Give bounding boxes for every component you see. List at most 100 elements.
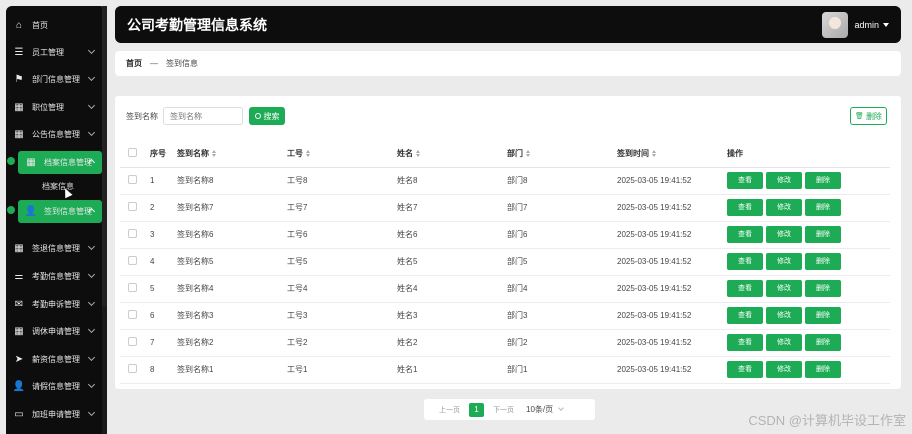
sort-icon[interactable] xyxy=(212,150,217,158)
col-header-time[interactable]: 签到时间 xyxy=(617,140,727,168)
delete-button[interactable]: 删除 xyxy=(805,361,841,378)
edit-button[interactable]: 修改 xyxy=(766,172,802,189)
cell-dept: 部门2 xyxy=(507,329,617,357)
trash-icon: 🗑 xyxy=(855,113,864,120)
delete-button[interactable]: 删除 xyxy=(805,172,841,189)
delete-button[interactable]: 删除 xyxy=(805,280,841,297)
sidebar-item-2[interactable]: ⚑ 部门信息管理 xyxy=(12,68,102,91)
edit-button[interactable]: 修改 xyxy=(766,280,802,297)
view-button[interactable]: 查看 xyxy=(727,253,763,270)
sidebar-item-7[interactable]: ▦ 签退信息管理 xyxy=(12,237,102,260)
delete-button[interactable]: 删除 xyxy=(805,253,841,270)
prev-page-button[interactable]: 上一页 xyxy=(439,405,460,415)
cell-index: 8 xyxy=(150,356,177,384)
edit-button[interactable]: 修改 xyxy=(766,199,802,216)
row-checkbox[interactable] xyxy=(128,364,137,373)
col-header-id[interactable]: 工号 xyxy=(287,140,397,168)
breadcrumb: 首页 — 签到信息 xyxy=(115,51,901,76)
delete-button[interactable]: 删除 xyxy=(805,334,841,351)
row-select-cell xyxy=(120,167,150,195)
search-icon xyxy=(254,113,261,119)
user-menu[interactable]: admin xyxy=(822,11,889,38)
batch-delete-button[interactable]: 🗑 删除 xyxy=(850,107,887,125)
search-button[interactable]: 搜索 xyxy=(249,107,285,125)
sort-icon[interactable] xyxy=(526,150,531,158)
view-button[interactable]: 查看 xyxy=(727,361,763,378)
sidebar-item-8[interactable]: ⚌ 考勤信息管理 xyxy=(12,265,102,288)
view-button[interactable]: 查看 xyxy=(727,280,763,297)
cell-dept: 部门7 xyxy=(507,194,617,222)
search-input[interactable] xyxy=(163,107,243,125)
sidebar-item-9[interactable]: ✉ 考勤申诉管理 xyxy=(12,293,102,316)
sidebar-item-0[interactable]: ⌂ 首页 xyxy=(12,14,102,37)
chevron-down-icon xyxy=(87,270,96,279)
row-checkbox[interactable] xyxy=(128,229,137,238)
cell-person: 姓名8 xyxy=(397,167,507,195)
chevron-down-icon xyxy=(87,408,96,417)
sidebar-item-5[interactable]: ▦ 档案信息管理 xyxy=(18,151,102,174)
page-number-button[interactable]: 1 xyxy=(469,402,484,417)
delete-button[interactable]: 删除 xyxy=(805,199,841,216)
col-header-name[interactable]: 签到名称 xyxy=(177,140,287,168)
view-button[interactable]: 查看 xyxy=(727,307,763,324)
main-panel: 签到名称 搜索 🗑 删除 序号 签到名称 工号 姓名 部门 签到时间 操作 1签… xyxy=(115,96,901,389)
sidebar-item-10[interactable]: ▦ 调休申请管理 xyxy=(12,320,102,343)
row-checkbox[interactable] xyxy=(128,175,137,184)
page-size-select[interactable]: 10条/页 xyxy=(526,404,564,415)
sidebar-item-4[interactable]: ▦ 公告信息管理 xyxy=(12,123,102,146)
edit-button[interactable]: 修改 xyxy=(766,226,802,243)
cell-index: 3 xyxy=(150,221,177,249)
view-button[interactable]: 查看 xyxy=(727,199,763,216)
avatar xyxy=(822,11,849,38)
edit-button[interactable]: 修改 xyxy=(766,253,802,270)
col-header-person[interactable]: 姓名 xyxy=(397,140,507,168)
row-checkbox[interactable] xyxy=(128,310,137,319)
select-all-checkbox[interactable] xyxy=(128,147,137,157)
view-button[interactable]: 查看 xyxy=(727,334,763,351)
row-select-cell xyxy=(120,221,150,249)
sidebar-item-13[interactable]: ▭ 加班申请管理 xyxy=(12,403,102,426)
sort-icon[interactable] xyxy=(416,150,421,158)
cell-id: 工号2 xyxy=(287,329,397,357)
delete-button[interactable]: 删除 xyxy=(805,226,841,243)
sort-icon[interactable] xyxy=(306,150,311,158)
chevron-down-icon xyxy=(87,128,96,137)
sort-icon[interactable] xyxy=(652,150,657,158)
view-button[interactable]: 查看 xyxy=(727,226,763,243)
sidebar-item-6[interactable]: 👤 签到信息管理 xyxy=(18,200,102,223)
cell-actions: 查看 修改 删除 xyxy=(727,167,890,195)
cell-index: 6 xyxy=(150,302,177,330)
sidebar-item-label: 职位管理 xyxy=(32,103,64,112)
chat-icon: ✉ xyxy=(14,299,24,310)
cell-actions: 查看 修改 删除 xyxy=(727,356,890,384)
cell-id: 工号1 xyxy=(287,356,397,384)
cell-time: 2025-03-05 19:41:52 xyxy=(617,275,727,303)
next-page-button[interactable]: 下一页 xyxy=(493,405,514,415)
row-checkbox[interactable] xyxy=(128,337,137,346)
row-checkbox[interactable] xyxy=(128,283,137,292)
row-select-cell xyxy=(120,302,150,330)
sidebar-item-1[interactable]: ☰ 员工管理 xyxy=(12,41,102,64)
edit-button[interactable]: 修改 xyxy=(766,361,802,378)
user-icon: 👤 xyxy=(12,381,26,392)
edit-button[interactable]: 修改 xyxy=(766,307,802,324)
view-button[interactable]: 查看 xyxy=(727,172,763,189)
edit-button[interactable]: 修改 xyxy=(766,334,802,351)
cell-actions: 查看 修改 删除 xyxy=(727,329,890,357)
cell-time: 2025-03-05 19:41:52 xyxy=(617,221,727,249)
row-checkbox[interactable] xyxy=(128,202,137,211)
chevron-down-icon xyxy=(87,353,96,362)
sidebar-item-12[interactable]: 👤 请假信息管理 xyxy=(12,375,102,398)
sidebar-item-label: 部门信息管理 xyxy=(32,75,80,84)
sidebar-scroll-thumb[interactable] xyxy=(102,6,107,306)
sidebar-item-label: 薪资信息管理 xyxy=(32,355,80,364)
cell-time: 2025-03-05 19:41:52 xyxy=(617,302,727,330)
cell-id: 工号5 xyxy=(287,248,397,276)
row-checkbox[interactable] xyxy=(128,256,137,265)
sidebar-item-11[interactable]: ➤ 薪资信息管理 xyxy=(12,348,102,371)
delete-button[interactable]: 删除 xyxy=(805,307,841,324)
breadcrumb-home[interactable]: 首页 xyxy=(126,58,142,69)
col-header-dept[interactable]: 部门 xyxy=(507,140,617,168)
sidebar-item-3[interactable]: ▦ 职位管理 xyxy=(12,96,102,119)
table-row: 3 签到名称6 工号6 姓名6 部门6 2025-03-05 19:41:52 查看 修改 删除 xyxy=(120,221,890,249)
